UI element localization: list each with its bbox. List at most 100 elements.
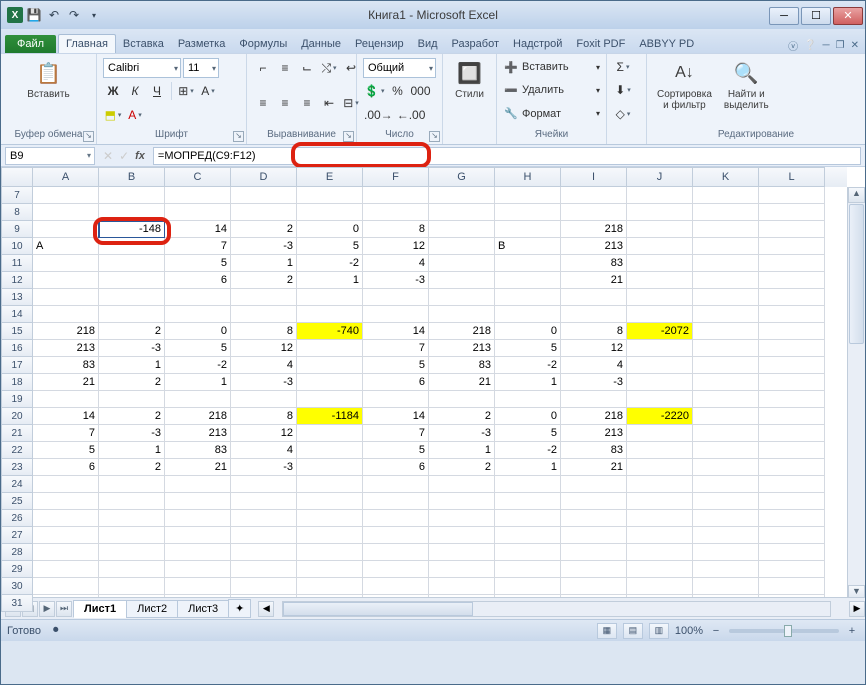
tab-abbyy[interactable]: ABBYY PD — [632, 35, 701, 53]
cell-B13[interactable] — [99, 289, 165, 306]
row-header-19[interactable]: 19 — [1, 391, 33, 408]
cell-A10[interactable]: А — [33, 238, 99, 255]
cell-G15[interactable]: 218 — [429, 323, 495, 340]
cell-D28[interactable] — [231, 544, 297, 561]
vertical-scrollbar[interactable]: ▲ ▼ — [847, 187, 865, 601]
tab-data[interactable]: Данные — [294, 35, 348, 53]
cell-C22[interactable]: 83 — [165, 442, 231, 459]
cell-G19[interactable] — [429, 391, 495, 408]
maximize-button[interactable]: ☐ — [801, 7, 831, 25]
cell-E29[interactable] — [297, 561, 363, 578]
cell-B27[interactable] — [99, 527, 165, 544]
cell-L28[interactable] — [759, 544, 825, 561]
cell-B29[interactable] — [99, 561, 165, 578]
italic-button[interactable]: К — [125, 81, 145, 101]
fx-icon[interactable]: fx — [135, 150, 145, 162]
underline-button[interactable]: Ч — [147, 81, 167, 101]
cell-I10[interactable]: 213 — [561, 238, 627, 255]
row-header-13[interactable]: 13 — [1, 289, 33, 306]
cell-K26[interactable] — [693, 510, 759, 527]
cell-C7[interactable] — [165, 187, 231, 204]
cell-J25[interactable] — [627, 493, 693, 510]
page-break-button[interactable]: ▥ — [649, 623, 669, 639]
cell-H11[interactable] — [495, 255, 561, 272]
cell-F21[interactable]: 7 — [363, 425, 429, 442]
tab-insert[interactable]: Вставка — [116, 35, 171, 53]
row-header-15[interactable]: 15 — [1, 323, 33, 340]
formula-input[interactable]: =МОПРЕД(C9:F12) — [153, 147, 861, 165]
row-header-18[interactable]: 18 — [1, 374, 33, 391]
cell-E12[interactable]: 1 — [297, 272, 363, 289]
undo-icon[interactable]: ↶ — [45, 6, 63, 24]
cell-D13[interactable] — [231, 289, 297, 306]
cell-I25[interactable] — [561, 493, 627, 510]
dec-decimal-button[interactable]: ←.00 — [396, 105, 427, 125]
clear-button[interactable]: ◇ — [613, 104, 633, 124]
column-header-E[interactable]: E — [297, 167, 363, 187]
cell-B28[interactable] — [99, 544, 165, 561]
currency-button[interactable]: 💲 — [363, 81, 385, 101]
cell-F11[interactable]: 4 — [363, 255, 429, 272]
sheet-last-icon[interactable]: ⏭ — [56, 601, 72, 617]
cell-C21[interactable]: 213 — [165, 425, 231, 442]
cell-C24[interactable] — [165, 476, 231, 493]
zoom-level[interactable]: 100% — [675, 625, 703, 637]
help-icon[interactable]: ❔ — [804, 40, 816, 51]
cell-G30[interactable] — [429, 578, 495, 595]
cell-J24[interactable] — [627, 476, 693, 493]
cell-H8[interactable] — [495, 204, 561, 221]
cell-L15[interactable] — [759, 323, 825, 340]
row-header-10[interactable]: 10 — [1, 238, 33, 255]
cell-E28[interactable] — [297, 544, 363, 561]
cell-B25[interactable] — [99, 493, 165, 510]
column-header-G[interactable]: G — [429, 167, 495, 187]
cell-E21[interactable] — [297, 425, 363, 442]
cell-I17[interactable]: 4 — [561, 357, 627, 374]
cell-J20[interactable]: -2220 — [627, 408, 693, 425]
cell-B8[interactable] — [99, 204, 165, 221]
cell-J23[interactable] — [627, 459, 693, 476]
row-header-24[interactable]: 24 — [1, 476, 33, 493]
name-box[interactable]: B9 — [5, 147, 95, 165]
sheet-tab-3[interactable]: Лист3 — [177, 600, 229, 618]
cell-J26[interactable] — [627, 510, 693, 527]
cell-E27[interactable] — [297, 527, 363, 544]
cell-F17[interactable]: 5 — [363, 357, 429, 374]
bold-button[interactable]: Ж — [103, 81, 123, 101]
align-launcher-icon[interactable]: ↘ — [343, 131, 354, 142]
cell-C10[interactable]: 7 — [165, 238, 231, 255]
cell-G13[interactable] — [429, 289, 495, 306]
zoom-slider[interactable] — [729, 629, 839, 633]
enter-formula-icon[interactable]: ✓ — [119, 149, 129, 163]
cell-F24[interactable] — [363, 476, 429, 493]
row-header-26[interactable]: 26 — [1, 510, 33, 527]
align-left-button[interactable]: ≡ — [253, 93, 273, 113]
cell-I20[interactable]: 218 — [561, 408, 627, 425]
row-header-28[interactable]: 28 — [1, 544, 33, 561]
cell-H21[interactable]: 5 — [495, 425, 561, 442]
page-layout-button[interactable]: ▤ — [623, 623, 643, 639]
cells[interactable]: -14814208218А7-3512B21351-2483621-321218… — [33, 187, 847, 601]
cell-G29[interactable] — [429, 561, 495, 578]
font-color-button[interactable]: A — [125, 105, 145, 125]
row-header-16[interactable]: 16 — [1, 340, 33, 357]
cell-F27[interactable] — [363, 527, 429, 544]
comma-button[interactable]: 000 — [409, 81, 431, 101]
minimize-button[interactable]: ─ — [769, 7, 799, 25]
cell-H10[interactable]: B — [495, 238, 561, 255]
cell-G23[interactable]: 2 — [429, 459, 495, 476]
column-header-B[interactable]: B — [99, 167, 165, 187]
cell-G7[interactable] — [429, 187, 495, 204]
cell-G28[interactable] — [429, 544, 495, 561]
row-header-23[interactable]: 23 — [1, 459, 33, 476]
column-header-D[interactable]: D — [231, 167, 297, 187]
cell-E14[interactable] — [297, 306, 363, 323]
cell-A8[interactable] — [33, 204, 99, 221]
cell-A22[interactable]: 5 — [33, 442, 99, 459]
cell-J8[interactable] — [627, 204, 693, 221]
cell-C29[interactable] — [165, 561, 231, 578]
find-select-button[interactable]: 🔍 Найти и выделить — [720, 57, 773, 113]
cell-H16[interactable]: 5 — [495, 340, 561, 357]
cell-L17[interactable] — [759, 357, 825, 374]
cell-G21[interactable]: -3 — [429, 425, 495, 442]
